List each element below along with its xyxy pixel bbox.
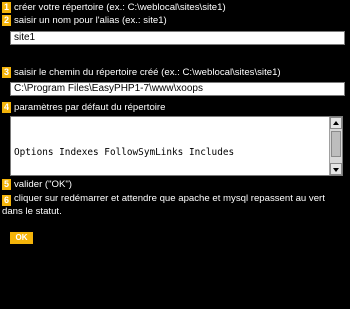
step-3-label: saisir le chemin du répertoire créé (ex.… — [14, 67, 281, 78]
step-5-label: valider ("OK") — [14, 179, 72, 190]
param-line: Allow from all — [14, 269, 94, 281]
step-3: 3 saisir le chemin du répertoire créé (e… — [2, 66, 281, 79]
directory-path-field[interactable]: C:\Program Files\EasyPHP1-7\www\xoops — [10, 82, 345, 96]
step-number-badge: 2 — [2, 15, 11, 26]
arrow-down-icon — [333, 168, 339, 172]
step-4-label: paramètres par défaut du répertoire — [14, 102, 166, 113]
scroll-up-button[interactable] — [330, 117, 342, 129]
ok-button[interactable]: OK — [10, 232, 33, 244]
step-number-badge: 5 — [2, 179, 11, 190]
step-4: 4 paramètres par défaut du répertoire — [2, 101, 165, 114]
step-number-badge: 1 — [2, 2, 11, 13]
scrollbar-thumb[interactable] — [331, 131, 341, 157]
directory-params-textarea[interactable]: Options Indexes FollowSymLinks Includes … — [10, 116, 343, 281]
step-6-label: cliquer sur redémarrer et attendre que a… — [2, 193, 325, 217]
step-2: 2 saisir un nom pour l'alias (ex.: site1… — [2, 14, 167, 27]
param-line: Options Indexes FollowSymLinks Includes — [14, 147, 235, 159]
scroll-down-button[interactable] — [330, 163, 342, 175]
step-6: 6 cliquer sur redémarrer et attendre que … — [2, 193, 348, 218]
step-number-badge: 6 — [2, 195, 11, 206]
arrow-up-icon — [333, 121, 339, 125]
step-1-label: créer votre répertoire (ex.: C:\weblocal… — [14, 2, 226, 13]
step-1: 1 créer votre répertoire (ex.: C:\webloc… — [2, 1, 226, 14]
alias-name-field[interactable]: site1 — [10, 31, 345, 45]
param-line: #Order allow,deny — [14, 228, 110, 240]
step-number-badge: 4 — [2, 102, 11, 113]
vertical-scrollbar[interactable] — [329, 117, 342, 175]
step-5: 5 valider ("OK") — [2, 178, 72, 191]
step-2-label: saisir un nom pour l'alias (ex.: site1) — [14, 15, 167, 26]
step-number-badge: 3 — [2, 67, 11, 78]
